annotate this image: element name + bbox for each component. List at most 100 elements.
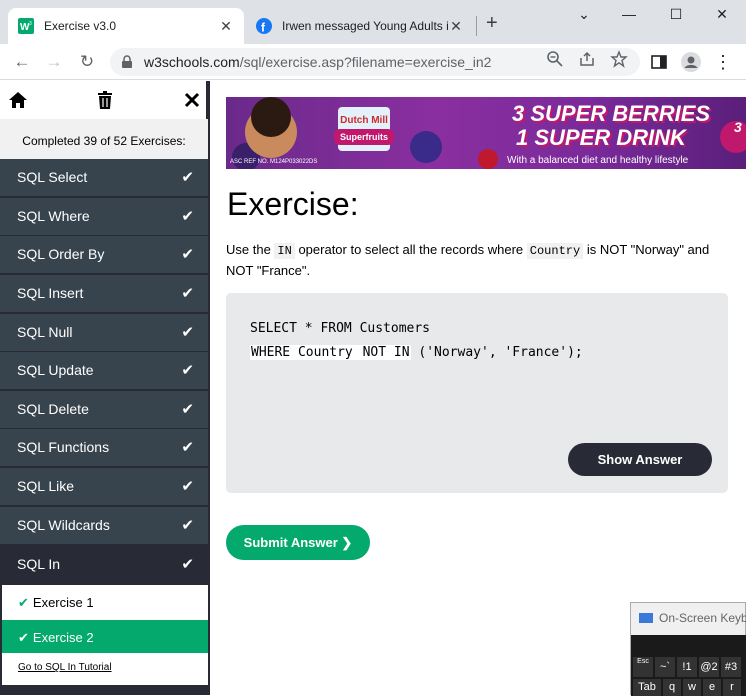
code-line-2: WHERE Country NOT IN ('Norway', 'France'… — [250, 345, 583, 360]
banner-tagline: With a balanced diet and healthy lifesty… — [507, 155, 689, 166]
forward-icon[interactable]: → — [44, 52, 64, 72]
close-icon[interactable]: ✕ — [712, 6, 732, 23]
maximize-icon[interactable]: ☐ — [666, 6, 686, 23]
key-r[interactable]: r — [723, 679, 741, 696]
trash-icon[interactable] — [95, 90, 115, 110]
check-icon: ✔ — [181, 169, 194, 186]
sidebar-item-sql-order-by[interactable]: SQL Order By ✔ — [0, 236, 208, 273]
check-icon: ✔ — [18, 630, 29, 645]
sidebar-item-label: SQL Insert — [17, 285, 84, 301]
facebook-icon: f — [256, 18, 272, 34]
sidebar-item-label: SQL Like — [17, 478, 75, 494]
minimize-icon[interactable]: — — [619, 6, 639, 22]
sidebar-item-sql-like[interactable]: SQL Like ✔ — [0, 468, 208, 505]
menu-kebab-icon[interactable]: ⋮ — [713, 52, 733, 73]
sidebar-item-label: SQL In — [17, 556, 61, 572]
sidebar-item-sql-functions[interactable]: SQL Functions ✔ — [0, 429, 208, 466]
side-panel-icon[interactable] — [649, 52, 669, 72]
subitem-label: Exercise 1 — [32, 595, 94, 610]
sidebar-item-label: SQL Functions — [17, 439, 110, 455]
check-icon: ✔ — [181, 401, 194, 418]
share-icon[interactable] — [578, 50, 596, 68]
url-path: /sql/exercise.asp?filename=exercise_in2 — [239, 54, 492, 70]
show-answer-button[interactable]: Show Answer — [568, 443, 712, 476]
code-line-2-suffix: ('Norway', 'France'); — [410, 345, 583, 360]
code-editor: SELECT * FROM Customers WHERE Country NO… — [226, 293, 728, 493]
banner-ref: ASC REF NO. M124P033022DS — [230, 159, 318, 165]
key-tab[interactable]: Tab — [633, 679, 661, 696]
check-icon: ✔ — [181, 556, 194, 573]
goto-tutorial-link[interactable]: Go to SQL In Tutorial — [2, 653, 208, 685]
sidebar-item-label: SQL Null — [17, 324, 73, 340]
keyboard-icon — [639, 613, 653, 623]
check-icon: ✔ — [181, 517, 194, 534]
sidebar-subitem-exercise-1[interactable]: ✔ Exercise 1 — [2, 585, 208, 620]
key-1[interactable]: !1 — [677, 657, 697, 677]
sidebar-item-sql-select[interactable]: SQL Select ✔ — [0, 159, 208, 196]
tab-separator — [476, 16, 477, 36]
sidebar-item-sql-where[interactable]: SQL Where ✔ — [0, 198, 208, 235]
sidebar-item-label: SQL Order By — [17, 246, 105, 262]
instr-text: Use the — [226, 242, 275, 257]
check-icon: ✔ — [18, 595, 29, 610]
key-tilde[interactable]: ~` — [655, 657, 675, 677]
sidebar-subitem-exercise-2[interactable]: ✔ Exercise 2 — [2, 620, 208, 655]
back-icon[interactable]: ← — [12, 52, 32, 72]
lock-icon — [122, 55, 132, 68]
key-e[interactable]: e — [703, 679, 721, 696]
submit-answer-button[interactable]: Submit Answer ❯ — [226, 525, 370, 560]
answer-input[interactable]: NOT IN — [361, 345, 411, 360]
brand-sub: Superfruits — [340, 132, 388, 142]
sidebar-item-sql-delete[interactable]: SQL Delete ✔ — [0, 391, 208, 428]
tab-exercise[interactable]: W 3 Exercise v3.0 ✕ — [8, 8, 244, 44]
sidebar-item-sql-wildcards[interactable]: SQL Wildcards ✔ — [0, 507, 208, 544]
check-icon: ✔ — [181, 285, 194, 302]
exercise-sidebar: Completed 39 of 52 Exercises: SQL Select… — [0, 81, 210, 695]
tab-search-icon[interactable]: ⌄ — [574, 6, 594, 23]
profile-avatar-icon[interactable] — [681, 52, 701, 72]
close-sidebar-icon[interactable] — [182, 90, 202, 110]
tab-title: Exercise v3.0 — [44, 19, 117, 33]
key-2[interactable]: @2 — [699, 657, 719, 677]
url-host: w3schools.com — [144, 54, 240, 70]
bookmark-star-icon[interactable] — [610, 50, 628, 68]
osk-title-text: On-Screen Keyb — [659, 611, 746, 625]
sidebar-item-label: SQL Update — [17, 362, 94, 378]
key-q[interactable]: q — [663, 679, 681, 696]
instr-code-in: IN — [274, 243, 295, 259]
key-esc[interactable]: Esc — [633, 657, 653, 677]
instr-code-country: Country — [526, 243, 584, 259]
key-w[interactable]: w — [683, 679, 701, 696]
sidebar-item-label: SQL Where — [17, 208, 90, 224]
check-icon: ✔ — [181, 478, 194, 495]
check-icon: ✔ — [181, 208, 194, 225]
osk-title: On-Screen Keyb — [639, 611, 746, 625]
sidebar-item-sql-null[interactable]: SQL Null ✔ — [0, 314, 208, 351]
check-icon: ✔ — [181, 324, 194, 341]
advertisement-banner[interactable]: Dutch Mill Superfruits ASC REF NO. M124P… — [226, 97, 746, 169]
zoom-icon[interactable] — [546, 50, 564, 68]
new-tab-icon[interactable]: + — [486, 12, 498, 35]
on-screen-keyboard-window[interactable]: On-Screen Keyb Esc ~` !1 @2 #3 Tab q w e… — [630, 602, 746, 696]
code-line-1: SELECT * FROM Customers — [250, 321, 431, 336]
sidebar-top-bar — [0, 81, 208, 119]
check-icon: ✔ — [181, 246, 194, 263]
home-icon[interactable] — [8, 90, 28, 110]
tab-facebook[interactable]: f Irwen messaged Young Adults in... ✕ — [246, 8, 474, 44]
sidebar-item-sql-update[interactable]: SQL Update ✔ — [0, 352, 208, 389]
sidebar-item-label: SQL Select — [17, 169, 88, 185]
check-icon: ✔ — [181, 362, 194, 379]
tab-close-icon[interactable]: ✕ — [218, 18, 234, 35]
sidebar-item-label: SQL Wildcards — [17, 517, 110, 533]
svg-text:3: 3 — [29, 21, 32, 27]
key-3[interactable]: #3 — [721, 657, 741, 677]
brand-name: Dutch Mill — [340, 115, 388, 126]
banner-headline-1: 3 SUPER BERRIES — [512, 101, 711, 126]
w3schools-icon: W 3 — [18, 18, 34, 34]
sidebar-item-sql-in[interactable]: SQL In ✔ — [0, 545, 208, 584]
sidebar-item-sql-insert[interactable]: SQL Insert ✔ — [0, 275, 208, 312]
tab-close-icon[interactable]: ✕ — [448, 18, 464, 35]
reload-icon[interactable]: ↻ — [77, 52, 97, 72]
exercise-instructions: Use the IN operator to select all the re… — [226, 240, 726, 281]
browser-toolbar: ← → ↻ w3schools.com/sql/exercise.asp?fil… — [0, 44, 746, 80]
